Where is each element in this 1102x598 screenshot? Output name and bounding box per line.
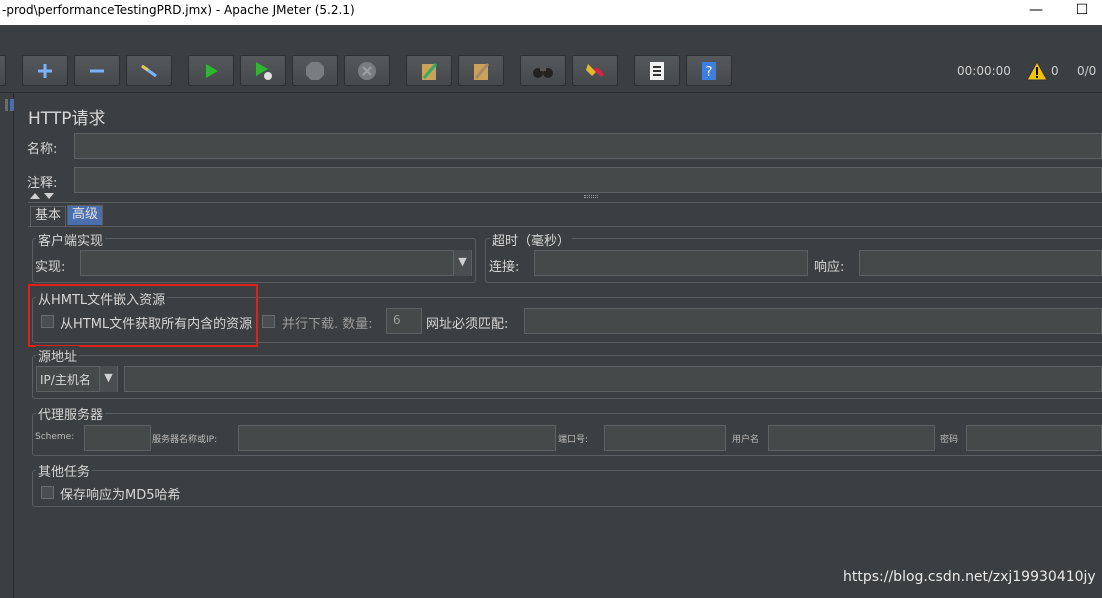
svg-text:?: ? xyxy=(706,65,713,80)
connect-label: 连接: xyxy=(489,260,520,275)
proxy-password-input[interactable] xyxy=(966,425,1102,451)
start-icon xyxy=(206,63,218,78)
maximize-button[interactable]: ☐ xyxy=(1062,0,1102,25)
toolbar: ? 00:00:00 0 0/0 xyxy=(0,47,1102,93)
collapse-arrows-icon[interactable] xyxy=(30,192,56,200)
warning-icon[interactable] xyxy=(1026,61,1048,81)
proxy-user-label: 用户名 xyxy=(732,435,760,445)
shutdown-button[interactable] xyxy=(344,55,390,86)
window-title: -prod\performanceTestingPRD.jmx) - Apach… xyxy=(2,3,355,17)
impl-label: 实现: xyxy=(35,260,66,275)
start-no-pause-button[interactable] xyxy=(240,55,286,86)
proxy-port-input[interactable] xyxy=(604,425,726,451)
scheme-input[interactable] xyxy=(84,425,151,451)
timeout-legend: 超时（毫秒） xyxy=(490,230,573,249)
tab-advanced[interactable]: 高级 xyxy=(67,205,104,225)
reset-search-icon xyxy=(586,63,604,77)
search-button[interactable] xyxy=(520,55,566,86)
clear-all-button[interactable] xyxy=(458,55,504,86)
proxy-user-input[interactable] xyxy=(768,425,935,451)
proxy-server-label: 服务器名称或IP: xyxy=(152,435,218,445)
warning-count: 0 xyxy=(1051,64,1059,78)
source-type-value: IP/主机名 xyxy=(40,373,91,387)
tab-basic[interactable]: 基本 xyxy=(30,206,67,226)
url-match-input[interactable] xyxy=(524,308,1102,334)
stop-icon xyxy=(306,61,324,80)
reset-search-button[interactable] xyxy=(572,55,618,86)
splitter-handle[interactable] xyxy=(5,99,8,111)
clear-icon xyxy=(422,62,438,80)
add-icon xyxy=(38,63,52,78)
clear-all-icon xyxy=(474,62,490,80)
comment-input[interactable] xyxy=(74,167,1102,193)
proxy-legend: 代理服务器 xyxy=(36,404,106,423)
md5-checkbox[interactable] xyxy=(41,486,54,499)
minimize-button[interactable]: — xyxy=(1016,0,1056,25)
md5-label: 保存响应为MD5哈希 xyxy=(60,488,181,503)
proxy-port-label: 端口号: xyxy=(558,435,589,445)
name-label: 名称: xyxy=(27,142,58,157)
menu-bar xyxy=(0,25,1102,47)
response-timeout-input[interactable] xyxy=(859,250,1102,276)
active-threads: 0/0 xyxy=(1077,64,1097,78)
connect-timeout-input[interactable] xyxy=(534,250,808,276)
parallel-download-label: 并行下载. 数量: xyxy=(282,317,373,332)
watermark: https://blog.csdn.net/zxj19930410jy xyxy=(843,569,1096,585)
response-label: 响应: xyxy=(814,260,845,275)
tab-strip-top xyxy=(28,202,1102,203)
proxy-password-label: 密码 xyxy=(940,435,959,445)
name-input[interactable] xyxy=(74,133,1102,159)
function-helper-icon xyxy=(650,61,664,80)
other-tasks-group xyxy=(32,470,1102,507)
toggle-button[interactable] xyxy=(126,55,172,86)
client-legend: 客户端实现 xyxy=(36,230,106,249)
shutdown-icon xyxy=(358,61,376,80)
title-bar: -prod\performanceTestingPRD.jmx) - Apach… xyxy=(0,0,1102,25)
clear-button[interactable] xyxy=(406,55,452,86)
stop-button[interactable] xyxy=(292,55,338,86)
page-title: HTTP请求 xyxy=(28,109,106,129)
parallel-count-value: 6 xyxy=(393,313,401,327)
function-helper-button[interactable] xyxy=(634,55,680,86)
comment-label: 注释: xyxy=(27,176,58,191)
chevron-down-icon[interactable]: ▼ xyxy=(453,250,471,276)
http-request-panel: HTTP请求 名称: 注释: 基本 高级 客户端实现 实现: ▼ 超时（毫秒） … xyxy=(14,93,1102,598)
source-type-select[interactable]: IP/主机名 ▼ xyxy=(36,366,118,392)
impl-select[interactable]: ▼ xyxy=(80,250,472,276)
help-icon: ? xyxy=(702,61,716,80)
add-button[interactable] xyxy=(22,55,68,86)
start-no-pause-icon xyxy=(256,61,272,80)
divider-grip[interactable] xyxy=(584,195,598,198)
search-icon xyxy=(533,66,553,78)
remove-button[interactable] xyxy=(74,55,120,86)
url-match-label: 网址必须匹配: xyxy=(426,317,509,332)
source-legend: 源地址 xyxy=(36,346,80,365)
start-button[interactable] xyxy=(188,55,234,86)
remove-icon xyxy=(90,69,104,72)
other-legend: 其他任务 xyxy=(36,461,93,480)
help-button[interactable]: ? xyxy=(686,55,732,86)
parallel-count-input[interactable]: 6 xyxy=(386,308,422,334)
templates-button[interactable] xyxy=(0,55,6,86)
scheme-label: Scheme: xyxy=(35,432,75,442)
toggle-icon xyxy=(141,64,157,77)
tab-content-border xyxy=(28,226,1102,227)
proxy-server-input[interactable] xyxy=(238,425,556,451)
elapsed-timer: 00:00:00 xyxy=(957,64,1011,78)
tree-panel-edge[interactable] xyxy=(0,93,14,598)
highlight-box xyxy=(28,284,258,347)
parallel-download-checkbox[interactable] xyxy=(262,315,275,328)
source-address-input[interactable] xyxy=(124,366,1102,392)
chevron-down-icon[interactable]: ▼ xyxy=(99,366,117,392)
